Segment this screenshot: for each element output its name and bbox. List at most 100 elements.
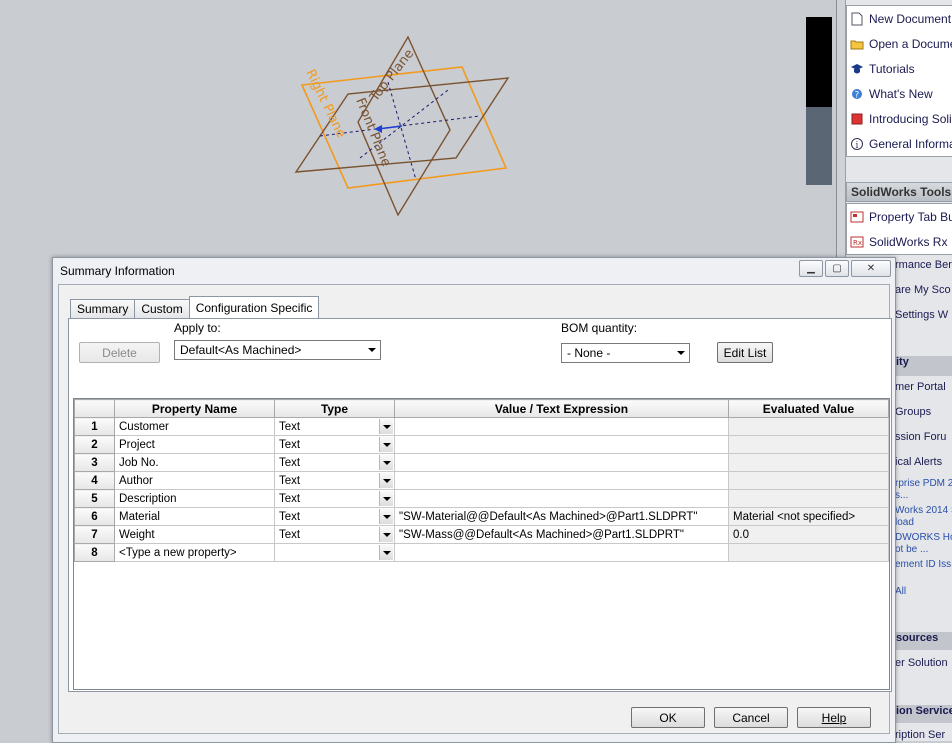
column-header-type[interactable]: Type bbox=[274, 399, 395, 418]
taskpane-clipped-item[interactable]: er Solution bbox=[895, 657, 952, 669]
type-cell[interactable]: Text bbox=[274, 417, 395, 436]
row-number-header[interactable] bbox=[74, 399, 115, 418]
type-cell-text: Text bbox=[279, 528, 301, 541]
cancel-button[interactable]: Cancel bbox=[714, 707, 788, 728]
taskpane-clipped-item[interactable]: Settings W bbox=[895, 309, 952, 321]
type-cell[interactable]: Text bbox=[274, 453, 395, 472]
property-name-cell[interactable]: Customer bbox=[114, 417, 275, 436]
taskpane-item-introducing[interactable]: Introducing Soli bbox=[847, 106, 952, 131]
property-name-cell[interactable]: Weight bbox=[114, 525, 275, 544]
news-link[interactable]: Works 2014 S bbox=[895, 505, 952, 516]
news-all-link[interactable]: All bbox=[895, 586, 952, 597]
column-header-evaluated[interactable]: Evaluated Value bbox=[728, 399, 889, 418]
chevron-down-icon[interactable] bbox=[379, 437, 393, 452]
table-row[interactable]: 8 <Type a new property> bbox=[74, 543, 889, 562]
table-row[interactable]: 1 Customer Text bbox=[74, 417, 889, 436]
property-name-cell[interactable]: Project bbox=[114, 435, 275, 454]
chevron-down-icon[interactable] bbox=[379, 527, 393, 542]
taskpane-item-new-document[interactable]: New Document bbox=[847, 6, 952, 31]
svg-text:Rx: Rx bbox=[853, 239, 862, 247]
chevron-down-icon[interactable] bbox=[379, 455, 393, 470]
taskpane-clipped-item[interactable]: mer Portal bbox=[895, 381, 952, 393]
type-cell[interactable]: Text bbox=[274, 525, 395, 544]
taskpane-item-open[interactable]: Open a Docume bbox=[847, 31, 952, 56]
table-row[interactable]: 5 Description Text bbox=[74, 489, 889, 508]
tab-summary[interactable]: Summary bbox=[70, 299, 136, 318]
row-number: 3 bbox=[74, 453, 115, 472]
taskpane-item-property-tab-builder[interactable]: Property Tab Bui bbox=[847, 204, 952, 229]
delete-button[interactable]: Delete bbox=[79, 342, 160, 363]
news-link[interactable]: load bbox=[895, 517, 952, 528]
taskpane-clipped-item[interactable]: rmance Ben bbox=[895, 259, 952, 271]
type-cell[interactable]: Text bbox=[274, 489, 395, 508]
online-resources-header[interactable]: sources bbox=[894, 632, 952, 650]
value-expression-cell[interactable]: "SW-Mass@@Default<As Machined>@Part1.SLD… bbox=[394, 525, 729, 544]
taskpane-clipped-item[interactable]: Groups bbox=[895, 406, 952, 418]
type-cell[interactable]: Text bbox=[274, 471, 395, 490]
value-expression-cell[interactable]: "SW-Material@@Default<As Machined>@Part1… bbox=[394, 507, 729, 526]
configuration-specific-page: Delete Apply to: Default<As Machined> BO… bbox=[68, 318, 892, 692]
table-row[interactable]: 2 Project Text bbox=[74, 435, 889, 454]
type-cell[interactable] bbox=[274, 543, 395, 562]
minimize-button[interactable]: ▁ bbox=[799, 260, 823, 277]
table-row[interactable]: 4 Author Text bbox=[74, 471, 889, 490]
property-name-cell-text: Customer bbox=[119, 420, 169, 433]
news-link[interactable]: ement ID Iss bbox=[895, 559, 952, 570]
bom-quantity-value: - None - bbox=[567, 346, 611, 360]
type-cell-text: Text bbox=[279, 438, 301, 451]
value-expression-cell[interactable] bbox=[394, 489, 729, 508]
taskpane-item-tutorials[interactable]: Tutorials bbox=[847, 56, 952, 81]
type-cell[interactable]: Text bbox=[274, 507, 395, 526]
value-expression-cell[interactable] bbox=[394, 453, 729, 472]
taskpane-clipped-item[interactable]: ical Alerts bbox=[895, 456, 952, 468]
subscription-header[interactable]: ion Service bbox=[894, 705, 952, 723]
taskpane-item-whats-new[interactable]: ? What's New bbox=[847, 81, 952, 106]
taskpane-item-general-info[interactable]: i General Informat bbox=[847, 131, 952, 156]
taskpane-item-solidworks-rx[interactable]: Rx SolidWorks Rx bbox=[847, 229, 952, 254]
help-button[interactable]: Help bbox=[797, 707, 871, 728]
property-name-cell-text: Project bbox=[119, 438, 155, 451]
community-header[interactable]: ity bbox=[894, 356, 952, 376]
solidworks-tools-header[interactable]: SolidWorks Tools bbox=[846, 182, 952, 202]
type-cell-text: Text bbox=[279, 456, 301, 469]
news-link[interactable]: rprise PDM 20 bbox=[895, 478, 952, 489]
chevron-down-icon[interactable] bbox=[379, 419, 393, 434]
bom-quantity-dropdown[interactable]: - None - bbox=[561, 343, 690, 363]
close-button[interactable]: ✕ bbox=[851, 260, 891, 277]
tab-configuration-specific[interactable]: Configuration Specific bbox=[188, 296, 320, 318]
type-cell-text: Text bbox=[279, 474, 301, 487]
maximize-button[interactable]: ▢ bbox=[825, 260, 849, 277]
table-row[interactable]: 7 Weight Text "SW-Mass@@Default<As Machined… bbox=[74, 525, 889, 544]
property-name-cell[interactable]: Author bbox=[114, 471, 275, 490]
type-cell[interactable]: Text bbox=[274, 435, 395, 454]
column-header-value[interactable]: Value / Text Expression bbox=[394, 399, 729, 418]
news-link[interactable]: ot be ... bbox=[895, 544, 952, 555]
table-row[interactable]: 6 Material Text "SW-Material@@Default<As Ma… bbox=[74, 507, 889, 526]
chevron-down-icon[interactable] bbox=[379, 545, 393, 560]
table-row[interactable]: 3 Job No. Text bbox=[74, 453, 889, 472]
news-link[interactable]: DWORKS Ho bbox=[895, 532, 952, 543]
chevron-down-icon[interactable] bbox=[379, 491, 393, 506]
column-header-property-name[interactable]: Property Name bbox=[114, 399, 275, 418]
taskpane-clipped-item[interactable]: are My Sco bbox=[895, 284, 952, 296]
edit-list-button[interactable]: Edit List bbox=[717, 342, 773, 363]
property-name-cell[interactable]: Material bbox=[114, 507, 275, 526]
property-name-cell-text: Job No. bbox=[119, 456, 159, 469]
ok-button[interactable]: OK bbox=[631, 707, 705, 728]
property-name-cell[interactable]: Job No. bbox=[114, 453, 275, 472]
chevron-down-icon[interactable] bbox=[379, 509, 393, 524]
news-link[interactable]: s... bbox=[895, 490, 952, 501]
evaluated-value-cell bbox=[728, 453, 889, 472]
value-expression-cell[interactable] bbox=[394, 417, 729, 436]
property-name-cell[interactable]: Description bbox=[114, 489, 275, 508]
tab-custom[interactable]: Custom bbox=[134, 299, 190, 318]
apply-to-dropdown[interactable]: Default<As Machined> bbox=[174, 340, 381, 360]
reference-planes-graphic[interactable]: Top Plane Front Plane Right Plane bbox=[280, 30, 520, 220]
taskpane-clipped-item[interactable]: ription Ser bbox=[895, 729, 952, 741]
value-expression-cell[interactable] bbox=[394, 543, 729, 562]
property-name-cell[interactable]: <Type a new property> bbox=[114, 543, 275, 562]
value-expression-cell[interactable] bbox=[394, 471, 729, 490]
value-expression-cell[interactable] bbox=[394, 435, 729, 454]
chevron-down-icon[interactable] bbox=[379, 473, 393, 488]
taskpane-clipped-item[interactable]: ssion Foru bbox=[895, 431, 952, 443]
